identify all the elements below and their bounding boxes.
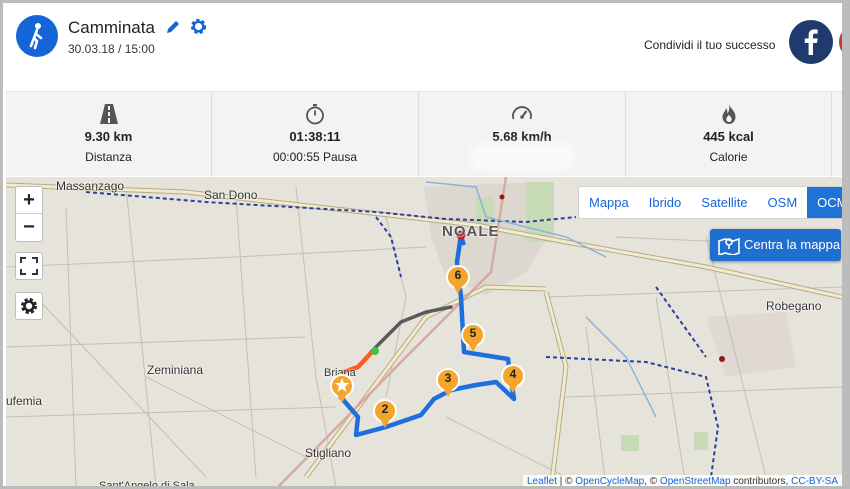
- distance-value: 9.30 km: [84, 129, 133, 144]
- activity-title: Camminata: [68, 18, 155, 37]
- attrib-sep: , ©: [644, 476, 660, 487]
- speed-value: 5.68 km/h: [492, 129, 552, 144]
- fullscreen-icon: [20, 257, 38, 275]
- stat-calories: 445 kcal Calorie: [626, 92, 832, 177]
- activity-date: 30.03.18 / 15:00: [68, 42, 155, 56]
- place-ufemia: ufemia: [6, 394, 43, 408]
- center-map-label: Centra la mappa: [744, 237, 841, 252]
- share-label: Condividi il tuo successo: [644, 38, 776, 52]
- calories-label: Calorie: [709, 150, 748, 164]
- activity-header: Camminata 30.03.18 / 15:00 Condividi il …: [6, 6, 842, 82]
- place-san-dono: San Dono: [204, 188, 258, 202]
- openstreetmap-link[interactable]: OpenStreetMap: [660, 476, 731, 486]
- place-massanzago: Massanzago: [56, 179, 125, 193]
- km-marker-5[interactable]: 5: [461, 323, 485, 353]
- gear-icon: [21, 298, 37, 314]
- stat-distance: 9.30 km Distanza: [6, 92, 212, 177]
- walking-icon: [16, 15, 58, 57]
- km-marker-3[interactable]: 3: [436, 368, 460, 398]
- app-window: Camminata 30.03.18 / 15:00 Condividi il …: [0, 0, 850, 489]
- attrib-contributors: contributors,: [730, 476, 792, 487]
- route-map[interactable]: Massanzago San Dono NOALE Robegano Zemin…: [6, 177, 842, 489]
- gear-icon[interactable]: [189, 17, 208, 36]
- duration-value: 01:38:11: [289, 129, 341, 144]
- km-marker-6[interactable]: 6: [446, 265, 470, 295]
- layer-satellite[interactable]: Satellite: [691, 187, 757, 218]
- stat-speed: 5.68 km/h: [419, 92, 626, 177]
- distance-label: Distanza: [85, 150, 132, 164]
- zoom-out-button[interactable]: −: [16, 214, 42, 241]
- km-marker-4[interactable]: 4: [501, 364, 525, 394]
- map-tiles: [6, 177, 842, 486]
- facebook-icon[interactable]: [789, 20, 833, 64]
- road-icon: [99, 104, 118, 124]
- start-marker[interactable]: [330, 374, 354, 404]
- place-sant-angelo: Sant'Angelo di Sala: [99, 480, 195, 489]
- leaflet-link[interactable]: Leaflet: [527, 476, 557, 486]
- layer-ibrido[interactable]: Ibrido: [639, 187, 692, 218]
- layer-switcher: Mappa Ibrido Satellite OSM OCM: [578, 186, 842, 219]
- layer-ocm[interactable]: OCM: [807, 187, 842, 218]
- layer-osm[interactable]: OSM: [758, 187, 808, 218]
- place-noale: NOALE: [442, 223, 500, 240]
- map-attribution: Leaflet | © OpenCycleMap, © OpenStreetMa…: [522, 475, 842, 487]
- place-zeminiana: Zeminiana: [147, 363, 204, 377]
- center-map-button[interactable]: Centra la mappa: [710, 229, 841, 261]
- stopwatch-icon: [306, 104, 324, 125]
- zoom-control: + −: [15, 186, 43, 242]
- flame-icon: [722, 104, 735, 124]
- pause-label: 00:00:55 Pausa: [272, 150, 358, 164]
- calories-value: 445 kcal: [703, 129, 754, 144]
- zoom-in-button[interactable]: +: [16, 187, 42, 214]
- map-pin-icon: [718, 237, 740, 255]
- license-link[interactable]: CC-BY-SA: [791, 476, 838, 486]
- attrib-sep: | ©: [556, 476, 576, 487]
- layer-mappa[interactable]: Mappa: [579, 187, 639, 218]
- opencyclemap-link[interactable]: OpenCycleMap: [575, 476, 644, 486]
- stats-bar: 9.30 km Distanza 01:38:11 00:00:55 Pausa…: [6, 91, 842, 177]
- pencil-icon[interactable]: [164, 18, 182, 36]
- star-icon: [335, 378, 349, 392]
- place-robegano: Robegano: [766, 299, 822, 313]
- place-stigliano: Stigliano: [305, 446, 352, 460]
- km-marker-2[interactable]: 2: [373, 399, 397, 429]
- stat-duration: 01:38:11 00:00:55 Pausa: [212, 92, 419, 177]
- speedometer-icon: [512, 106, 532, 120]
- fullscreen-button[interactable]: [15, 252, 43, 280]
- map-settings-button[interactable]: [15, 292, 43, 320]
- blurred-label: [474, 148, 570, 166]
